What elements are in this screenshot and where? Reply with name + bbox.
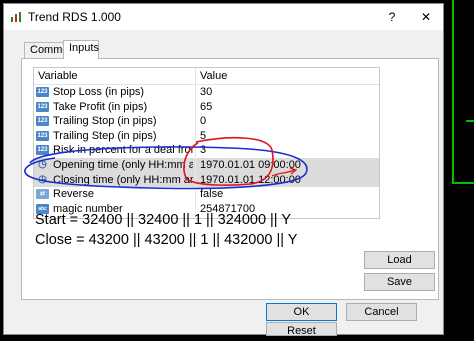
inputs-grid: Variable Value 123 Stop Loss (in pips) 3…: [33, 67, 380, 219]
numeric-type-icon: 123: [36, 87, 49, 97]
save-button[interactable]: Save: [364, 273, 435, 291]
app-icon: [11, 12, 21, 22]
table-row[interactable]: ⇄ Reverse false: [34, 187, 379, 202]
grid-header: Variable Value: [34, 68, 379, 85]
variable-name: Trailing Step (in pips): [53, 129, 157, 142]
cell-divider: [195, 114, 196, 129]
boolean-type-icon: ⇄: [36, 189, 49, 200]
column-header-variable[interactable]: Variable: [38, 70, 78, 82]
cell-divider: [195, 157, 196, 173]
numeric-type-icon: 123: [36, 145, 49, 156]
cancel-button[interactable]: Cancel: [346, 303, 417, 321]
cell-divider: [195, 172, 196, 188]
close-button[interactable]: ✕: [409, 4, 443, 30]
variable-name: Opening time (only HH:mm are considered): [53, 158, 193, 171]
close-calculation-note: Close = 43200 || 43200 || 1 || 432000 ||…: [35, 232, 298, 248]
window-title: Trend RDS 1.000: [28, 10, 121, 24]
chart-line-segment: [466, 120, 474, 122]
table-row[interactable]: ◷ Opening time (only HH:mm are considere…: [34, 157, 379, 173]
variable-value[interactable]: 30: [200, 86, 212, 98]
cell-divider: [195, 99, 196, 115]
start-calculation-note: Start = 32400 || 32400 || 1 || 324000 ||…: [35, 212, 292, 228]
table-row[interactable]: 123 Take Profit (in pips) 65: [34, 99, 379, 115]
numeric-type-icon: 123: [36, 101, 49, 112]
clock-icon: ◷: [38, 158, 47, 170]
variable-name: Risk in percent for a deal from a free m…: [53, 144, 193, 157]
variable-name: Closing time (only HH:mm are considered): [53, 173, 193, 186]
expert-properties-dialog: Trend RDS 1.000 ? ✕ Common Inputs Variab…: [3, 3, 444, 337]
cell-divider: [195, 143, 196, 158]
variable-value[interactable]: false: [200, 188, 223, 200]
cell-divider: [195, 128, 196, 144]
table-row[interactable]: 123 Stop Loss (in pips) 30: [34, 85, 379, 100]
variable-value[interactable]: 1970.01.01 12:00:00: [200, 174, 301, 186]
chart-line-segment: [452, 182, 474, 184]
variable-value[interactable]: 5: [200, 130, 206, 142]
variable-name: Trailing Stop (in pips): [53, 115, 157, 128]
tab-inputs[interactable]: Inputs: [63, 40, 99, 59]
clock-icon: ◷: [38, 173, 47, 185]
cell-divider: [195, 85, 196, 100]
ok-button[interactable]: OK: [266, 303, 337, 321]
variable-value[interactable]: 3: [200, 144, 206, 156]
numeric-type-icon: 123: [36, 116, 49, 127]
column-header-value[interactable]: Value: [200, 70, 227, 82]
cell-divider: [195, 187, 196, 202]
numeric-type-icon: 123: [36, 130, 49, 141]
table-row[interactable]: 123 Trailing Stop (in pips) 0: [34, 114, 379, 129]
chart-background: [440, 0, 474, 341]
column-divider[interactable]: [195, 68, 196, 84]
tab-common[interactable]: Common: [24, 42, 75, 58]
variable-value[interactable]: 0: [200, 115, 206, 127]
table-row[interactable]: ◷ Closing time (only HH:mm are considere…: [34, 172, 379, 188]
table-row[interactable]: 123 Trailing Step (in pips) 5: [34, 128, 379, 144]
variable-name: Reverse: [53, 188, 94, 201]
variable-value[interactable]: 65: [200, 101, 212, 113]
variable-value[interactable]: 1970.01.01 09:00:00: [200, 159, 301, 171]
table-row[interactable]: 123 Risk in percent for a deal from a fr…: [34, 143, 379, 158]
inputs-panel: Variable Value 123 Stop Loss (in pips) 3…: [21, 58, 439, 300]
help-button[interactable]: ?: [375, 4, 409, 30]
variable-name: Stop Loss (in pips): [53, 86, 145, 98]
load-button[interactable]: Load: [364, 251, 435, 269]
title-bar: Trend RDS 1.000 ? ✕: [4, 4, 443, 30]
variable-name: Take Profit (in pips): [53, 100, 148, 113]
reset-button[interactable]: Reset: [266, 322, 337, 337]
chart-line-segment: [452, 0, 454, 182]
